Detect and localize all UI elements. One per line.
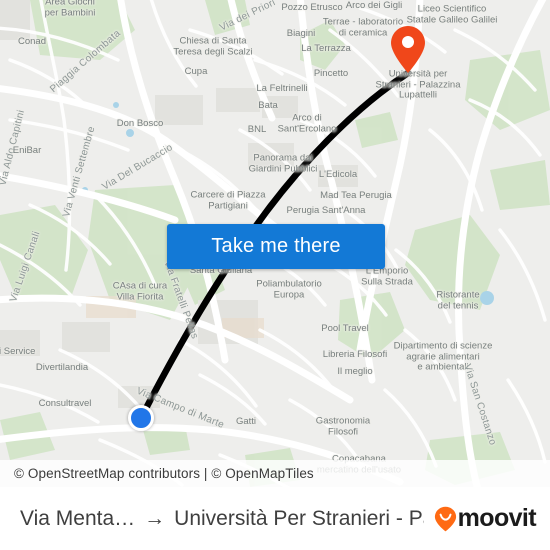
arrow-right-icon: → [144, 506, 166, 530]
destination-label: Università Per Stranieri - Palazzina Val… [174, 506, 423, 530]
route-summary[interactable]: Via Menta… → Università Per Stranieri - … [20, 507, 424, 531]
moovit-map-screen: Area Giochi per Bambini Via dei Priori Poz… [0, 0, 550, 550]
moovit-pin-icon [434, 506, 456, 531]
origin-label: Via Menta… [20, 506, 136, 530]
origin-dot-marker[interactable] [128, 405, 154, 431]
attribution-text: © OpenStreetMap contributors | © OpenMap… [14, 466, 314, 481]
take-me-there-button[interactable]: Take me there [167, 224, 385, 269]
moovit-logo[interactable]: moovit [434, 504, 537, 533]
destination-pin-icon[interactable] [390, 25, 426, 75]
map-attribution: © OpenStreetMap contributors | © OpenMap… [0, 460, 550, 487]
map-canvas[interactable]: Area Giochi per Bambini Via dei Priori Poz… [0, 0, 550, 487]
bottom-summary-bar: Via Menta… → Università Per Stranieri - … [0, 487, 550, 550]
moovit-wordmark: moovit [457, 504, 537, 532]
